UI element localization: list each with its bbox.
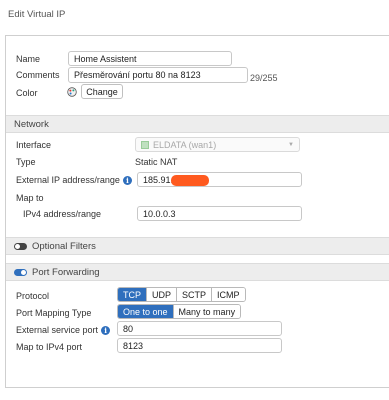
page-title: Edit Virtual IP: [8, 9, 66, 20]
network-section-header: Network: [6, 115, 389, 133]
interface-label: Interface: [16, 140, 52, 150]
external-port-label: External service port i: [16, 325, 111, 335]
port-mapping-type-label: Port Mapping Type: [16, 308, 92, 318]
port-forwarding-toggle[interactable]: [14, 268, 27, 276]
comments-counter: 29/255: [250, 73, 278, 83]
palette-icon: [67, 87, 77, 97]
name-input[interactable]: Home Assistent: [68, 51, 232, 66]
info-icon[interactable]: i: [101, 325, 111, 335]
optional-filters-toggle[interactable]: [14, 242, 27, 250]
optional-filters-title: Optional Filters: [32, 240, 96, 252]
interface-select[interactable]: ELDATA (wan1) ▼: [135, 137, 300, 152]
protocol-option-udp[interactable]: UDP: [147, 288, 178, 301]
external-port-label-text: External service port: [16, 325, 99, 335]
mapping-option-many-to-many[interactable]: Many to many: [173, 305, 241, 318]
ipv4-range-label: IPv4 address/range: [23, 209, 102, 219]
name-label: Name: [16, 54, 41, 64]
info-icon[interactable]: i: [122, 175, 132, 185]
port-forwarding-section-header: Port Forwarding: [6, 263, 389, 281]
external-ip-input[interactable]: 185.91.: [137, 172, 302, 187]
chevron-down-icon: ▼: [288, 142, 294, 148]
protocol-option-tcp[interactable]: TCP: [118, 288, 147, 301]
map-ipv4-port-input[interactable]: 8123: [117, 338, 282, 353]
color-change-button[interactable]: Change: [81, 84, 123, 99]
port-forwarding-title: Port Forwarding: [32, 266, 100, 278]
map-ipv4-port-label: Map to IPv4 port: [16, 342, 83, 352]
type-value: Static NAT: [135, 157, 178, 167]
external-port-input[interactable]: 80: [117, 321, 282, 336]
protocol-selector: TCP UDP SCTP ICMP: [117, 287, 246, 302]
map-to-label: Map to: [16, 193, 44, 203]
comments-label: Comments: [16, 70, 60, 80]
port-mapping-selector: One to one Many to many: [117, 304, 242, 319]
color-label: Color: [16, 88, 38, 98]
edit-virtual-ip-panel: Name Home Assistent Comments Přesměrován…: [5, 35, 389, 388]
mapping-option-one-to-one[interactable]: One to one: [118, 305, 174, 318]
interface-icon: [141, 141, 149, 149]
network-section-title: Network: [14, 118, 49, 130]
protocol-option-sctp[interactable]: SCTP: [177, 288, 213, 301]
comments-textarea[interactable]: Přesměrování portu 80 na 8123: [68, 67, 248, 83]
external-ip-label: External IP address/range i: [16, 175, 132, 185]
redaction-mark: [171, 175, 209, 186]
optional-filters-section-header: Optional Filters: [6, 237, 389, 255]
ipv4-range-input[interactable]: 10.0.0.3: [137, 206, 302, 221]
protocol-label: Protocol: [16, 291, 50, 301]
external-ip-label-text: External IP address/range: [16, 175, 120, 185]
interface-value: ELDATA (wan1): [153, 139, 217, 150]
type-label: Type: [16, 157, 36, 167]
protocol-option-icmp[interactable]: ICMP: [212, 288, 245, 301]
